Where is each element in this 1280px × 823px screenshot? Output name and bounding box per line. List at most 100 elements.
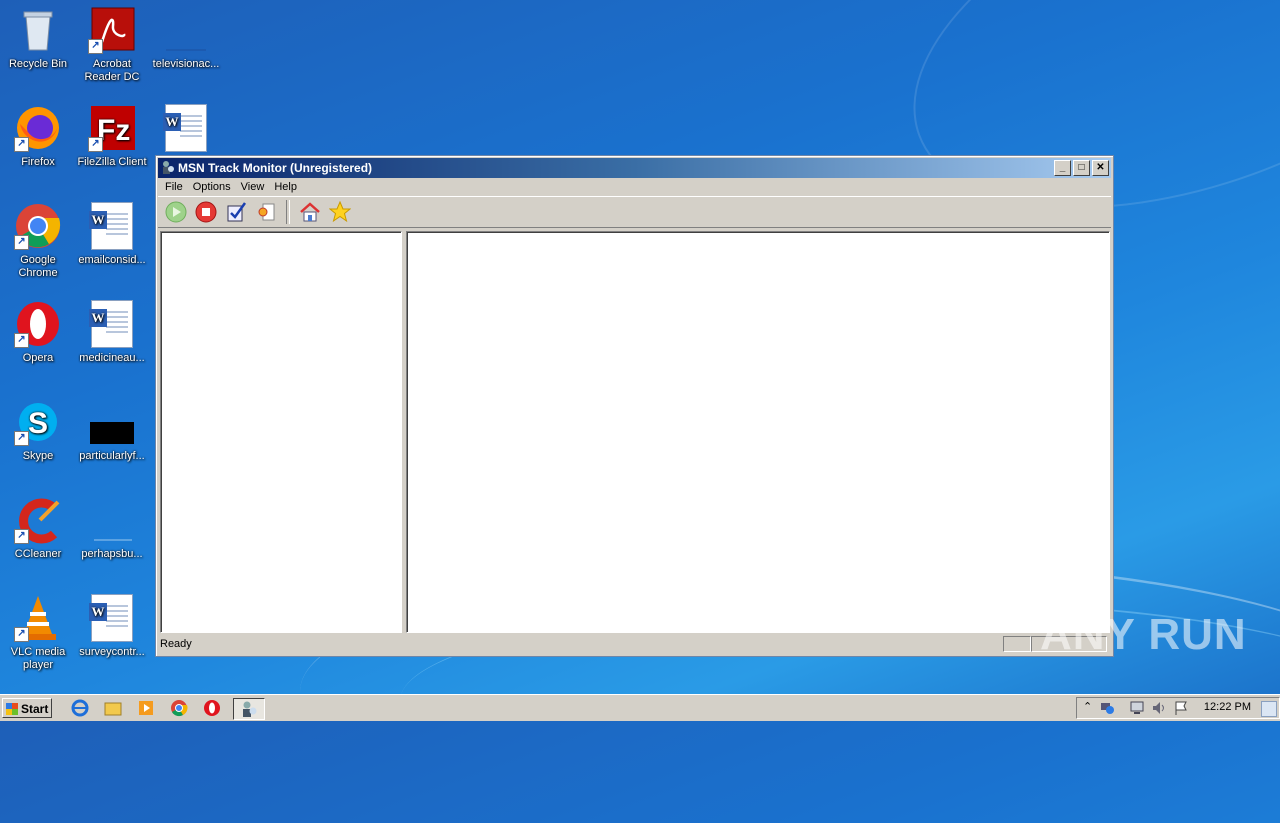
menu-options[interactable]: Options: [188, 178, 236, 196]
stop-icon: [195, 201, 217, 223]
media-player-icon: [139, 701, 153, 715]
desktop-icon-filezilla[interactable]: Fz ↗ FileZilla Client: [74, 104, 150, 169]
taskbar-ie[interactable]: [68, 698, 92, 718]
desktop-icon-word-doc[interactable]: W surveycontr...: [74, 594, 150, 659]
clock[interactable]: 12:22 PM: [1204, 701, 1251, 713]
desktop-icon-chrome[interactable]: ↗ Google Chrome: [0, 202, 76, 280]
shortcut-arrow-icon: ↗: [88, 137, 103, 152]
opera-icon: [204, 700, 220, 716]
black-file-icon: [88, 398, 136, 446]
msn-track-monitor-window: MSN Track Monitor (Unregistered) _ □ ✕ F…: [155, 155, 1114, 657]
desktop-icon-opera[interactable]: ↗ Opera: [0, 300, 76, 365]
toolbar-separator: [286, 200, 290, 224]
desktop-icon-label: Recycle Bin: [8, 58, 68, 70]
menu-file[interactable]: File: [160, 178, 188, 196]
start-button[interactable]: [164, 200, 188, 224]
show-hidden-icons-button[interactable]: ⌃: [1083, 700, 1092, 713]
chrome-icon: [171, 700, 188, 717]
toolbar: [158, 196, 1111, 228]
desktop-icon-label: Acrobat Reader DC: [84, 58, 140, 83]
start-label: Start: [21, 702, 49, 716]
menu-help[interactable]: Help: [269, 178, 302, 196]
favorite-button[interactable]: [328, 200, 352, 224]
desktop-icon-word-doc[interactable]: W: [148, 104, 224, 156]
desktop-icon-file[interactable]: perhapsbu...: [74, 496, 150, 561]
svg-text:S: S: [28, 407, 48, 440]
desktop-icon-label: CCleaner: [14, 548, 62, 560]
start-icon: [165, 201, 187, 223]
desktop-icon-label: medicineau...: [79, 352, 145, 364]
blank-file-icon: [88, 496, 136, 544]
shortcut-arrow-icon: ↗: [14, 235, 29, 250]
maximize-button[interactable]: □: [1073, 160, 1090, 176]
shortcut-arrow-icon: ↗: [14, 431, 29, 446]
network-tray-icon[interactable]: [1099, 699, 1115, 718]
word-document-icon: W: [88, 594, 136, 642]
vlc-cone-icon: ↗: [14, 594, 62, 642]
taskbar: Start ⌃ 12:22 PM: [0, 694, 1280, 721]
skype-icon: S ↗: [14, 398, 62, 446]
taskbar-media-player[interactable]: [134, 698, 158, 718]
close-button[interactable]: ✕: [1092, 160, 1109, 176]
window-titlebar[interactable]: MSN Track Monitor (Unregistered) _ □ ✕: [158, 158, 1111, 178]
shortcut-arrow-icon: ↗: [14, 627, 29, 642]
desktop-icon-label: FileZilla Client: [77, 156, 147, 168]
stop-button[interactable]: [194, 200, 218, 224]
firefox-icon: ↗: [14, 104, 62, 152]
checklist-icon: [227, 202, 247, 222]
desktop-icon-word-doc[interactable]: W emailconsid...: [74, 202, 150, 267]
settings-icon: [258, 203, 275, 221]
anyrun-watermark: ANY RUN: [1040, 610, 1247, 659]
windows-logo-icon: [6, 703, 18, 715]
folder-icon: [104, 702, 122, 716]
desktop-icon-file[interactable]: particularlyf...: [74, 398, 150, 463]
desktop-icon-vlc[interactable]: ↗ VLC media player: [0, 594, 76, 672]
ccleaner-icon: ↗: [14, 496, 62, 544]
desktop-icon-file[interactable]: televisionac...: [148, 6, 224, 71]
home-icon: [300, 202, 320, 222]
home-button[interactable]: [298, 200, 322, 224]
word-document-icon: W: [88, 300, 136, 348]
window-title: MSN Track Monitor (Unregistered): [178, 161, 373, 175]
system-tray: ⌃ 12:22 PM: [1076, 697, 1280, 719]
desktop-icon-label: surveycontr...: [79, 646, 145, 658]
desktop-icon-skype[interactable]: S ↗ Skype: [0, 398, 76, 463]
recycle-bin-icon: [14, 6, 62, 54]
shortcut-arrow-icon: ↗: [14, 137, 29, 152]
desktop-icon-recycle-bin[interactable]: Recycle Bin: [0, 6, 76, 71]
desktop-icon-label: VLC media player: [10, 646, 66, 671]
desktop-icon-firefox[interactable]: ↗ Firefox: [0, 104, 76, 169]
settings-button[interactable]: [254, 200, 278, 224]
filezilla-icon: Fz ↗: [88, 104, 136, 152]
app-icon: [243, 701, 257, 717]
desktop-icon-word-doc[interactable]: W medicineau...: [74, 300, 150, 365]
word-document-icon: W: [88, 202, 136, 250]
taskbar-explorer[interactable]: [101, 698, 125, 718]
desktop-icon-label: Skype: [22, 450, 54, 462]
taskbar-chrome[interactable]: [167, 698, 191, 718]
show-desktop-button[interactable]: [1261, 701, 1277, 717]
menu-view[interactable]: View: [236, 178, 270, 196]
desktop-icon-ccleaner[interactable]: ↗ CCleaner: [0, 496, 76, 561]
action-center-flag-icon[interactable]: [1173, 700, 1189, 719]
start-button[interactable]: Start: [2, 698, 52, 718]
minimize-button[interactable]: _: [1054, 160, 1071, 176]
desktop-icon-label: emailconsid...: [78, 254, 146, 266]
details-pane[interactable]: [406, 231, 1110, 633]
desktop-icon-label: Google Chrome: [18, 254, 58, 279]
blank-file-icon: [162, 6, 210, 54]
contacts-tree-pane[interactable]: [160, 231, 402, 633]
acrobat-icon: ↗: [88, 6, 136, 54]
volume-icon[interactable]: [1151, 700, 1167, 719]
status-text: Ready: [160, 638, 192, 650]
taskbar-opera[interactable]: [200, 698, 224, 718]
desktop-icon-label: Firefox: [21, 156, 55, 168]
computer-tray-icon[interactable]: [1129, 700, 1145, 719]
checklist-button[interactable]: [224, 200, 248, 224]
desktop-icon-acrobat[interactable]: ↗ Acrobat Reader DC: [74, 6, 150, 84]
star-icon: [329, 201, 351, 223]
status-panel: [1003, 636, 1031, 652]
taskbar-msn-track-monitor[interactable]: [233, 698, 265, 720]
app-icon: [161, 160, 175, 175]
desktop-icon-label: perhapsbu...: [81, 548, 143, 560]
